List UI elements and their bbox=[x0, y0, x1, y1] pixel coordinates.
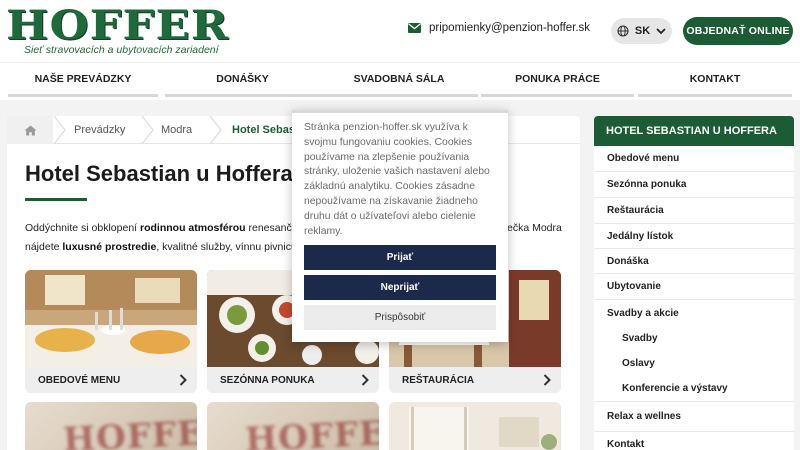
sidebar-item-jedalny-listok[interactable]: Jedálny lístok bbox=[594, 224, 794, 249]
tile-label: REŠTAURÁCIA bbox=[402, 374, 475, 386]
intro-text-part: ečka Modra bbox=[507, 222, 562, 234]
sidebar-item-donaska[interactable]: Donáška bbox=[594, 249, 794, 274]
sidebar-subitem-konferencie[interactable]: Konferencie a výstavy bbox=[594, 376, 794, 402]
cookie-consent-dialog: Stránka penzion-hoffer.sk využíva k svoj… bbox=[292, 110, 508, 342]
sidebar-item-relax-wellnes[interactable]: Relax a wellnes bbox=[594, 402, 794, 432]
intro-text-part: Oddýchnite si obklopení bbox=[25, 222, 140, 234]
breadcrumb-separator-icon bbox=[53, 116, 66, 144]
cookie-reject-button[interactable]: Neprijať bbox=[304, 275, 496, 300]
nav-item-prevadzky[interactable]: NAŠE PREVÁDZKY bbox=[8, 63, 158, 97]
chevron-right-icon bbox=[543, 374, 551, 386]
sidebar-item-obedove-menu[interactable]: Obedové menu bbox=[594, 146, 794, 172]
nav-item-kontakt[interactable]: KONTAKT bbox=[638, 63, 792, 97]
tile-obedove-menu[interactable]: OBEDOVÉ MENU bbox=[25, 270, 197, 393]
hoffer-watermark: HOFFER bbox=[62, 411, 197, 450]
intro-highlight: luxusné prostredie bbox=[62, 241, 157, 253]
home-icon bbox=[24, 125, 36, 135]
logo-text: HOFFER bbox=[6, 2, 230, 49]
sidebar-heading: HOTEL SEBASTIAN U HOFFERA bbox=[594, 116, 794, 146]
tile-label: SEZÓNNA PONUKA bbox=[220, 374, 315, 386]
nav-item-ponuka-prace[interactable]: PONUKA PRÁCE bbox=[481, 63, 634, 97]
title-underline bbox=[25, 198, 87, 201]
tile-caption: SEZÓNNA PONUKA bbox=[207, 367, 379, 393]
sidebar-subitem-svadby[interactable]: Svadby bbox=[594, 326, 794, 351]
sidebar: HOTEL SEBASTIAN U HOFFERA Obedové menu S… bbox=[594, 116, 794, 450]
chevron-down-icon bbox=[656, 27, 666, 34]
tile-hoffer-placeholder[interactable]: HOFFER bbox=[207, 402, 379, 450]
chevron-right-icon bbox=[179, 374, 187, 386]
chevron-right-icon bbox=[361, 374, 369, 386]
sidebar-subitem-oslavy[interactable]: Oslavy bbox=[594, 351, 794, 376]
sidebar-item-sezonna-ponuka[interactable]: Sezónna ponuka bbox=[594, 172, 794, 198]
main-nav: NAŠE PREVÁDZKY DONÁŠKY SVADOBNÁ SÁLA PON… bbox=[0, 62, 800, 100]
hoffer-logo-image: HOFFER bbox=[25, 402, 197, 450]
restaurant-table-image bbox=[25, 270, 197, 367]
cookie-message: Stránka penzion-hoffer.sk využíva k svoj… bbox=[304, 122, 490, 237]
nav-item-donasky[interactable]: DONÁŠKY bbox=[165, 63, 320, 97]
logo-tagline: Sieť stravovacích a ubytovacích zariaden… bbox=[24, 44, 219, 56]
cookie-accept-button[interactable]: Prijať bbox=[304, 245, 496, 270]
breadcrumb-item-modra[interactable]: Modra bbox=[161, 116, 192, 144]
breadcrumb-separator-icon bbox=[141, 116, 154, 144]
sidebar-item-restauracia[interactable]: Reštaurácia bbox=[594, 198, 794, 224]
tile-hoffer-placeholder[interactable]: HOFFER bbox=[25, 402, 197, 450]
language-label: SK bbox=[634, 25, 651, 37]
nav-item-svadobna-sala[interactable]: SVADOBNÁ SÁLA bbox=[320, 63, 478, 97]
globe-icon bbox=[617, 25, 629, 37]
order-online-button[interactable]: OBJEDNAŤ ONLINE bbox=[683, 17, 793, 45]
envelope-icon bbox=[408, 23, 421, 33]
breadcrumb-item-prevadzky[interactable]: Prevádzky bbox=[74, 116, 125, 144]
sidebar-item-kontakt[interactable]: Kontakt bbox=[594, 432, 794, 450]
tile-room[interactable] bbox=[389, 402, 561, 450]
intro-text-part: nájdete bbox=[25, 241, 63, 253]
email-text: pripomienky@penzion-hoffer.sk bbox=[429, 22, 591, 34]
language-selector[interactable]: SK bbox=[611, 18, 672, 44]
cookie-customize-button[interactable]: Prispôsobiť bbox=[304, 305, 496, 330]
sidebar-item-svadby-a-akcie[interactable]: Svadby a akcie bbox=[594, 300, 794, 326]
tile-label: OBEDOVÉ MENU bbox=[38, 374, 121, 386]
breadcrumb-home[interactable] bbox=[7, 116, 53, 144]
page-title: Hotel Sebastian u Hoffera bbox=[25, 161, 293, 186]
hotel-room-image bbox=[389, 402, 561, 450]
sidebar-item-ubytovanie[interactable]: Ubytovanie bbox=[594, 274, 794, 300]
tile-caption: OBEDOVÉ MENU bbox=[25, 367, 197, 393]
intro-highlight: rodinnou atmosférou bbox=[140, 222, 246, 234]
hoffer-logo-image: HOFFER bbox=[207, 402, 379, 450]
logo[interactable]: HOFFER Sieť stravovacích a ubytovacích z… bbox=[6, 4, 228, 57]
tile-caption: REŠTAURÁCIA bbox=[389, 367, 561, 393]
contact-email[interactable]: pripomienky@penzion-hoffer.sk bbox=[408, 22, 590, 34]
site-header: HOFFER Sieť stravovacích a ubytovacích z… bbox=[0, 0, 800, 62]
breadcrumb-separator-icon bbox=[209, 116, 222, 144]
hoffer-watermark: HOFFER bbox=[244, 411, 379, 450]
